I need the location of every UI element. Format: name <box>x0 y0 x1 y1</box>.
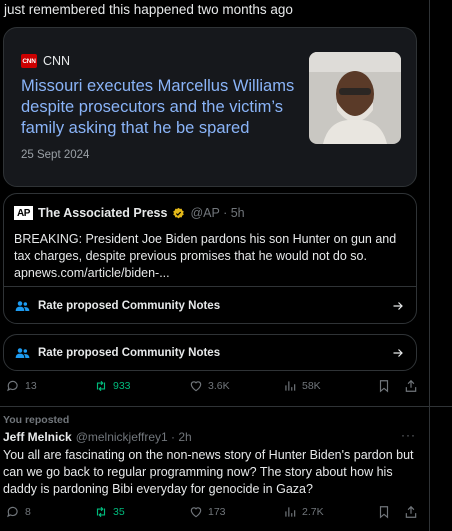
repost-button[interactable]: 35 <box>94 505 125 519</box>
repost-count: 35 <box>113 506 125 518</box>
heart-icon <box>190 507 202 518</box>
rate-community-notes-row[interactable]: Rate proposed Community Notes <box>4 286 416 323</box>
reply-button[interactable]: 13 <box>6 379 37 393</box>
cnn-logo-icon: CNN <box>21 54 37 68</box>
quoted-author-name[interactable]: The Associated Press <box>38 206 167 220</box>
views-icon <box>285 381 296 391</box>
share-icon <box>405 505 417 518</box>
tweet-author-name[interactable]: Jeff Melnick <box>3 430 72 444</box>
view-count: 58K <box>302 380 321 392</box>
news-link-card[interactable]: CNN CNN Missouri executes Marcellus Will… <box>3 27 417 187</box>
news-source: CNN CNN <box>21 54 70 68</box>
views-button[interactable]: 58K <box>283 379 321 393</box>
views-button[interactable]: 2.7K <box>283 505 324 519</box>
views-icon <box>285 507 296 517</box>
post-action-bar: 13 933 3.6K 58K <box>0 379 452 399</box>
news-date: 25 Sept 2024 <box>21 149 90 161</box>
arrow-right-icon <box>393 301 403 310</box>
news-thumbnail <box>309 52 401 144</box>
post-text: just remembered this happened two months… <box>4 2 293 17</box>
repost-count: 933 <box>113 380 131 392</box>
reply-button[interactable]: 8 <box>6 505 31 519</box>
repost-indicator: You reposted <box>3 414 70 426</box>
bookmark-button[interactable] <box>377 505 391 519</box>
reply-icon <box>7 506 18 518</box>
bookmark-icon <box>379 380 389 393</box>
tweet-action-bar: 8 35 173 2.7K <box>0 505 452 525</box>
news-source-label: CNN <box>43 54 71 68</box>
rate-community-notes-button[interactable]: Rate proposed Community Notes <box>3 334 417 371</box>
share-button[interactable] <box>404 505 418 519</box>
heart-icon <box>190 381 202 392</box>
column-divider <box>429 0 430 531</box>
repost-icon <box>96 380 106 392</box>
like-button[interactable]: 173 <box>189 505 226 519</box>
reply-count: 13 <box>25 380 37 392</box>
ap-avatar[interactable]: AP <box>14 206 33 220</box>
share-icon <box>405 379 417 392</box>
rate-notes-label: Rate proposed Community Notes <box>38 299 221 312</box>
people-icon <box>15 300 30 311</box>
like-button[interactable]: 3.6K <box>189 379 230 393</box>
view-count: 2.7K <box>302 506 324 518</box>
like-count: 3.6K <box>208 380 230 392</box>
post-divider <box>0 406 452 407</box>
verified-badge-icon <box>173 207 185 218</box>
tweet-header: Jeff Melnick @melnickjeffrey1 · 2h <box>3 430 192 444</box>
arrow-right-icon <box>393 348 403 357</box>
reply-count: 8 <box>25 506 31 518</box>
quoted-post[interactable]: AP The Associated Press @AP · 5h BREAKIN… <box>3 193 417 324</box>
quoted-handle-time: @AP · 5h <box>190 206 245 220</box>
tweet-text: You all are fascinating on the non-news … <box>3 448 414 496</box>
quoted-post-text: BREAKING: President Joe Biden pardons hi… <box>14 232 397 280</box>
repost-button[interactable]: 933 <box>94 379 131 393</box>
reply-icon <box>7 380 18 392</box>
bookmark-button[interactable] <box>377 379 391 393</box>
repost-icon <box>96 506 106 518</box>
share-button[interactable] <box>404 379 418 393</box>
more-options-icon[interactable]: ··· <box>401 428 416 442</box>
quoted-post-header: AP The Associated Press @AP · 5h <box>14 206 245 220</box>
tweet-handle-time: @melnickjeffrey1 · 2h <box>75 430 192 444</box>
like-count: 173 <box>208 506 226 518</box>
news-headline[interactable]: Missouri executes Marcellus Williams des… <box>21 76 301 139</box>
bookmark-icon <box>379 506 389 519</box>
rate-notes-button-label: Rate proposed Community Notes <box>38 346 221 359</box>
people-icon <box>15 347 30 358</box>
